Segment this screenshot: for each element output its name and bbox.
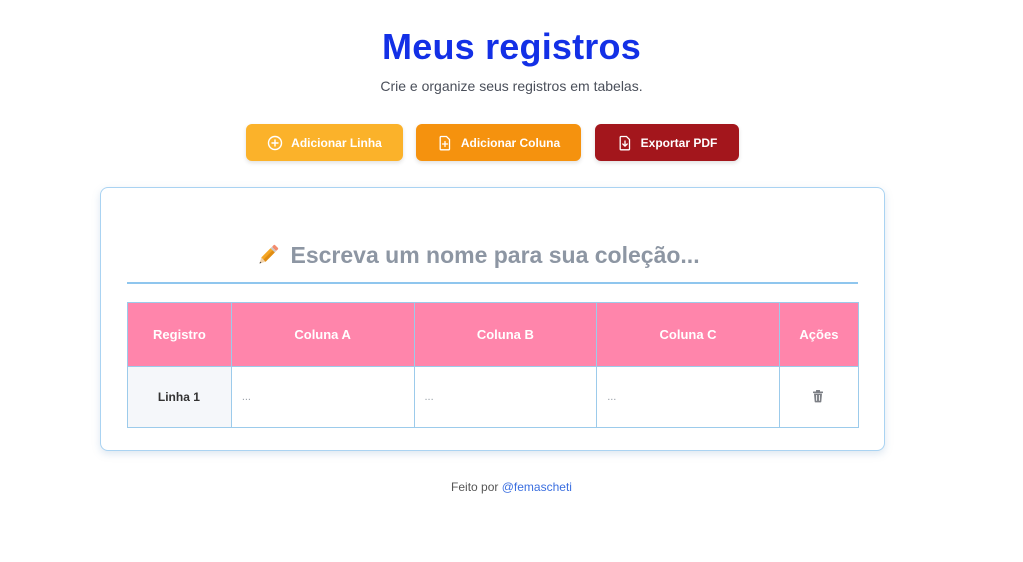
- header-coluna-b[interactable]: Coluna B: [413, 302, 598, 367]
- table-cell[interactable]: ...: [413, 366, 598, 428]
- table-header-row: Registro Coluna A Coluna B Coluna C Açõe…: [127, 302, 860, 367]
- records-table: Registro Coluna A Coluna B Coluna C Açõe…: [127, 302, 860, 428]
- pencil-icon: [259, 244, 278, 264]
- trash-icon[interactable]: [811, 389, 825, 403]
- author-link[interactable]: @femascheti: [502, 480, 572, 494]
- collection-name-row: [127, 228, 858, 284]
- footer-prefix: Feito por: [451, 480, 499, 494]
- file-download-icon: [619, 135, 630, 150]
- page-title: Meus registros: [382, 26, 641, 67]
- plus-circle-icon: [267, 135, 283, 150]
- add-column-button[interactable]: Adicionar Coluna: [416, 124, 581, 161]
- table-cell[interactable]: ...: [596, 366, 780, 428]
- header-acoes: Ações: [778, 302, 860, 367]
- export-pdf-button[interactable]: Exportar PDF: [595, 124, 739, 161]
- table-row: Linha 1 ... ... ...: [127, 366, 860, 428]
- page-subtitle: Crie e organize seus registros em tabela…: [380, 78, 643, 94]
- header-coluna-a[interactable]: Coluna A: [230, 302, 415, 367]
- add-column-label: Adicionar Coluna: [460, 135, 561, 150]
- collection-name-input[interactable]: [290, 241, 731, 269]
- header-coluna-c[interactable]: Coluna C: [596, 302, 780, 367]
- add-row-button[interactable]: Adicionar Linha: [246, 124, 403, 161]
- row-label[interactable]: Linha 1: [127, 366, 232, 428]
- footer: Feito por @femascheti: [0, 480, 1023, 494]
- export-pdf-label: Exportar PDF: [640, 135, 718, 150]
- file-plus-icon: [439, 135, 450, 150]
- row-actions: [778, 366, 860, 428]
- collection-card: Registro Coluna A Coluna B Coluna C Açõe…: [100, 187, 885, 451]
- header-registro: Registro: [127, 302, 232, 367]
- add-row-label: Adicionar Linha: [291, 135, 382, 150]
- table-cell[interactable]: ...: [230, 366, 415, 428]
